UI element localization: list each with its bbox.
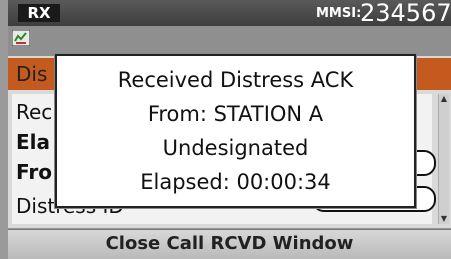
popup-line-elapsed: Elapsed: 00:00:34	[140, 170, 331, 194]
mmsi-label: MMSI:	[316, 6, 362, 21]
radio-screen: RX MMSI: 234567890 Dis Rec Ela Fro Distr…	[0, 0, 451, 259]
network-icon	[12, 30, 30, 46]
icon-row	[8, 26, 451, 56]
mmsi-value: 234567890	[360, 0, 451, 27]
close-call-rcvd-window-label: Close Call RCVD Window	[105, 233, 354, 254]
scrollbar[interactable]: ▲ ▼	[438, 94, 449, 224]
scroll-up-icon[interactable]: ▲	[439, 94, 449, 104]
distress-ack-popup: Received Distress ACK From: STATION A Un…	[55, 54, 416, 208]
window-title: Dis	[16, 62, 48, 86]
close-call-rcvd-window-button[interactable]: Close Call RCVD Window	[8, 229, 451, 259]
row-from: Fro	[16, 160, 52, 184]
scroll-down-icon[interactable]: ▼	[439, 214, 449, 224]
row-received: Rec	[16, 100, 53, 124]
status-bar: RX MMSI: 234567890	[8, 0, 451, 27]
rx-indicator: RX	[18, 4, 60, 22]
popup-line-received: Received Distress ACK	[117, 68, 354, 92]
row-elapsed: Ela	[16, 130, 51, 154]
popup-line-status: Undesignated	[162, 136, 309, 160]
popup-line-from: From: STATION A	[147, 102, 324, 126]
